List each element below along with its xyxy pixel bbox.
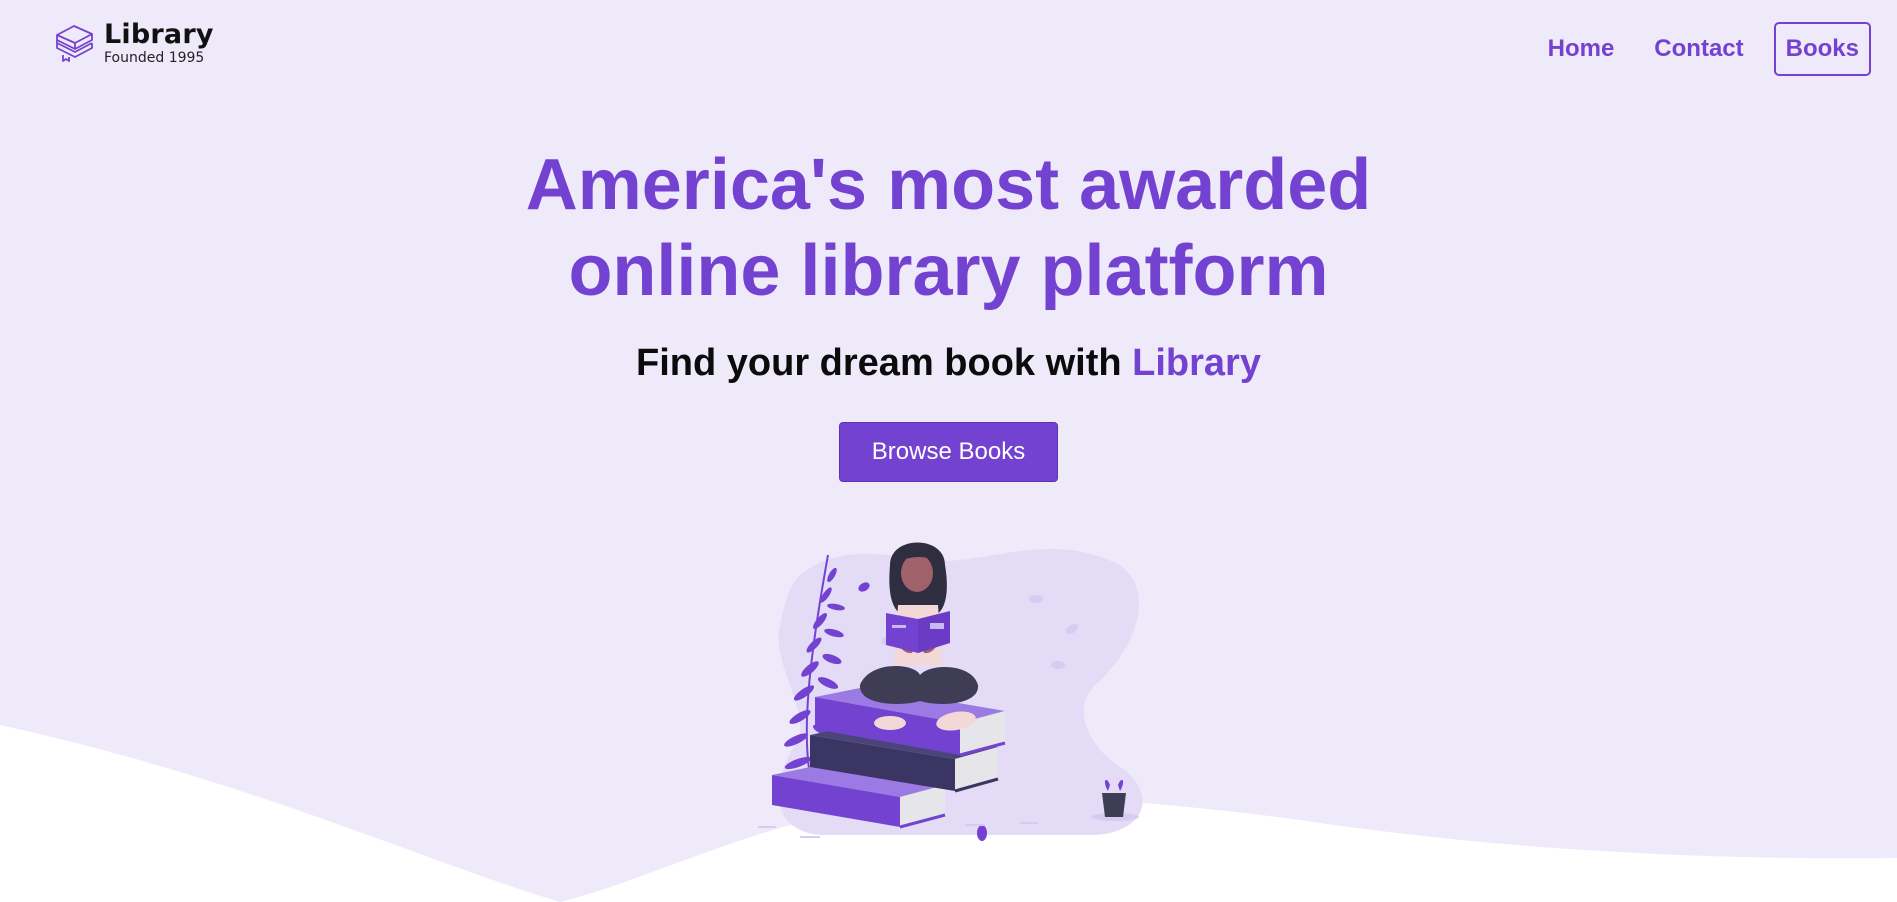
nav-contact-link[interactable]: Contact — [1654, 35, 1743, 63]
brand-tagline: Founded 1995 — [104, 50, 205, 66]
hero-title-line2: online library platform — [568, 231, 1329, 311]
hero-subtitle-prefix: Find your dream book with — [636, 342, 1133, 384]
main-nav: Home Contact Books — [1508, 22, 1871, 76]
stacked-books-icon — [56, 25, 93, 62]
hero-title-line1: America's most awarded — [525, 145, 1372, 225]
brand-name: Library — [104, 19, 214, 50]
browse-books-button[interactable]: Browse Books — [839, 422, 1058, 482]
hero-section: America's most awarded online library pl… — [0, 142, 1897, 482]
hero-title: America's most awarded online library pl… — [0, 142, 1897, 314]
nav-home-link[interactable]: Home — [1548, 35, 1615, 63]
hero-subtitle-accent: Library — [1132, 342, 1261, 384]
reading-woman-illustration — [758, 542, 1143, 841]
hero-subtitle: Find your dream book with Library — [0, 340, 1897, 386]
nav-books-button[interactable]: Books — [1773, 22, 1871, 76]
brand[interactable]: Library Founded 1995 — [54, 20, 214, 66]
